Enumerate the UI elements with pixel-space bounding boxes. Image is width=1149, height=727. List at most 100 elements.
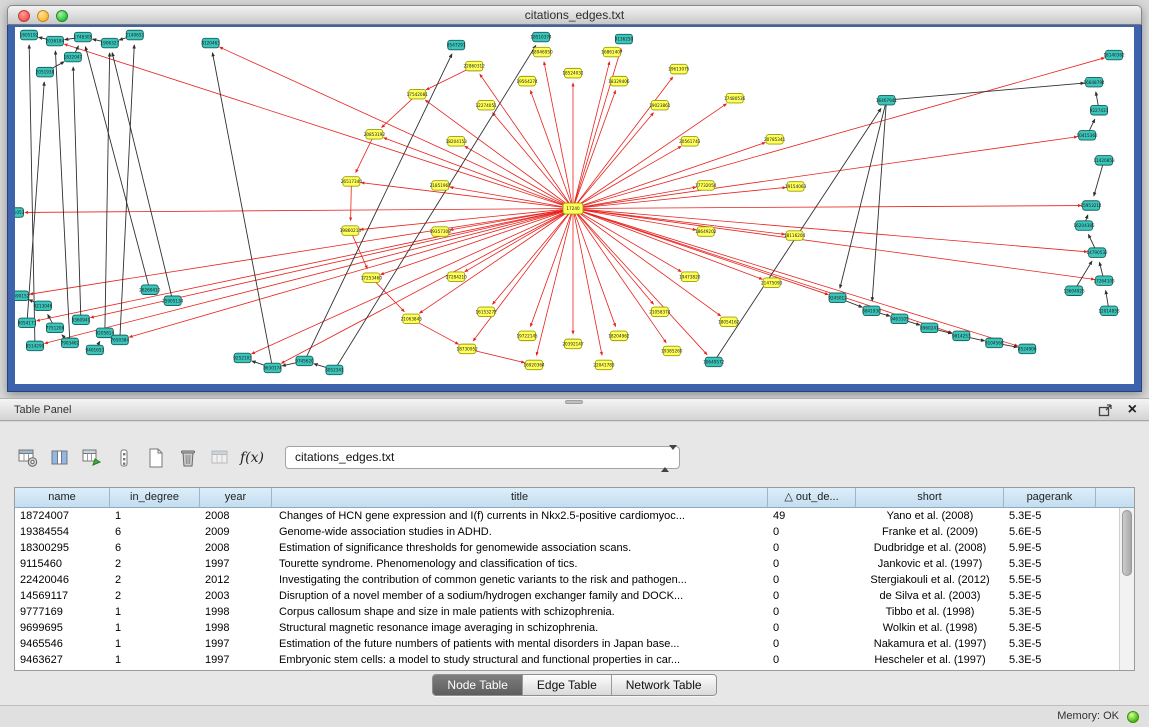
network-node[interactable]: 1832047	[64, 52, 83, 62]
network-node[interactable]: 17253460	[361, 273, 383, 283]
network-node[interactable]: 18730952	[457, 344, 479, 354]
network-node[interactable]: 20561743	[679, 137, 701, 147]
column-header-in_degree[interactable]: in_degree	[110, 488, 200, 508]
network-node[interactable]: 7751208	[46, 323, 65, 333]
network-node[interactable]: 17284210	[446, 272, 468, 282]
panel-splitter-handle[interactable]	[565, 400, 583, 404]
network-node[interactable]: 25905134	[162, 296, 184, 306]
network-node[interactable]: 9245012	[828, 293, 847, 303]
network-node[interactable]: 8120463	[201, 38, 220, 48]
tab-edge-table[interactable]: Edge Table	[522, 675, 611, 695]
network-node[interactable]: 16920364	[523, 360, 545, 370]
tab-network-table[interactable]: Network Table	[611, 675, 716, 695]
network-node[interactable]: 21475093	[761, 278, 783, 288]
network-canvas[interactable]: 1724018524031195642741227405118204153218…	[15, 27, 1134, 384]
network-node[interactable]: 11420853	[1093, 156, 1115, 166]
network-node[interactable]: 9814253	[952, 331, 971, 341]
network-node[interactable]: 10415362	[1076, 131, 1098, 141]
new-document-icon[interactable]	[142, 445, 170, 471]
network-node[interactable]: 2051938	[36, 67, 55, 77]
network-node[interactable]: 19860214	[340, 226, 362, 236]
network-node[interactable]: 16861407	[601, 47, 623, 57]
network-node[interactable]: 19722145	[516, 331, 538, 341]
network-node[interactable]: 17480536	[724, 93, 746, 103]
network-node[interactable]: 16467941	[876, 95, 898, 105]
network-node[interactable]: 19023861	[649, 100, 671, 110]
network-node[interactable]: 22041783	[593, 360, 615, 370]
network-node[interactable]: 18054162	[718, 317, 740, 327]
network-node[interactable]: 8524906	[1018, 344, 1037, 354]
table-row[interactable]: 1872400712008Changes of HCN gene express…	[15, 508, 1119, 524]
table-settings-icon[interactable]	[14, 445, 42, 471]
network-node[interactable]: 16153272	[476, 307, 498, 317]
float-panel-icon[interactable]	[1098, 403, 1113, 418]
network-node[interactable]: 18510374	[530, 32, 552, 42]
network-node[interactable]: 17240	[563, 203, 583, 214]
column-header-year[interactable]: year	[200, 488, 272, 508]
column-header-short[interactable]: short	[856, 488, 1004, 508]
network-node[interactable]: 9104568	[985, 338, 1004, 348]
close-panel-icon[interactable]: ×	[1128, 399, 1137, 421]
network-node[interactable]: 18329406	[608, 76, 630, 86]
edit-table-icon[interactable]	[78, 445, 106, 471]
table-scrollbar[interactable]	[1119, 508, 1134, 670]
network-node[interactable]: 13604925	[1063, 286, 1085, 296]
network-node[interactable]: 22860312	[464, 61, 486, 71]
tab-node-table[interactable]: Node Table	[433, 675, 522, 695]
network-node[interactable]: 18116204	[784, 231, 806, 241]
network-node[interactable]: 19385260	[661, 346, 683, 356]
network-node[interactable]: 26260410	[139, 285, 161, 295]
scrollbar-thumb[interactable]	[1122, 510, 1132, 576]
table-row[interactable]: 946554611997Estimation of the future num…	[15, 636, 1119, 652]
network-node[interactable]: 19357308	[430, 227, 452, 237]
network-node[interactable]: 9252103	[233, 353, 252, 363]
table-row[interactable]: 1456911722003Disruption of a novel membe…	[15, 588, 1119, 604]
network-node[interactable]: 19154063	[785, 182, 807, 192]
network-node[interactable]: 8213046	[34, 301, 53, 311]
network-node[interactable]: 8547291	[447, 40, 466, 50]
network-node[interactable]: 8630174	[263, 363, 282, 373]
network-node[interactable]: 9054173	[18, 318, 37, 328]
network-node[interactable]: 17732054	[695, 181, 717, 191]
table-row[interactable]: 911546021997Tourette syndrome. Phenomeno…	[15, 556, 1119, 572]
network-node[interactable]: 1605192	[20, 30, 39, 40]
network-node[interactable]: 10649572	[703, 357, 725, 367]
network-node[interactable]: 18204962	[608, 331, 630, 341]
import-table-icon[interactable]	[206, 445, 234, 471]
network-node[interactable]: 14790532	[1086, 248, 1108, 258]
network-node[interactable]: 8052341	[325, 365, 344, 375]
network-node[interactable]: 7903462	[61, 338, 80, 348]
network-node[interactable]: 26517340	[341, 177, 363, 187]
network-node[interactable]: 9745620	[295, 356, 314, 366]
network-node[interactable]: 8960241	[920, 323, 939, 333]
network-node[interactable]: 17264103	[1093, 276, 1115, 286]
network-node[interactable]: 1906327	[101, 38, 120, 48]
network-node[interactable]: 19473820	[679, 272, 701, 282]
network-node[interactable]: 19564274	[516, 76, 538, 86]
delete-trash-icon[interactable]	[174, 445, 202, 471]
column-header-title[interactable]: title	[272, 488, 768, 508]
show-columns-icon[interactable]	[46, 445, 74, 471]
network-node[interactable]: 19613075	[668, 64, 690, 74]
table-selector-dropdown[interactable]: citations_edges.txt	[285, 446, 680, 469]
network-node[interactable]: 7690152	[15, 291, 30, 301]
network-node[interactable]: 16204385	[1073, 221, 1095, 231]
network-node[interactable]: 1748305	[74, 32, 93, 42]
table-row[interactable]: 2242004622012Investigating the contribut…	[15, 572, 1119, 588]
network-node[interactable]: 21851962	[430, 181, 452, 191]
network-node[interactable]: 2036184	[46, 36, 65, 46]
network-node[interactable]: 9401653	[86, 345, 105, 355]
network-node[interactable]: 18649202	[695, 227, 717, 237]
network-node[interactable]: 8360941	[72, 315, 91, 325]
network-node[interactable]: 8841930	[862, 306, 881, 316]
primary-key-icon[interactable]	[110, 445, 138, 471]
network-node[interactable]: 7421053	[15, 208, 25, 218]
network-node[interactable]: 18140362	[1103, 50, 1125, 60]
network-node[interactable]: 12014853	[1098, 306, 1120, 316]
table-row[interactable]: 1830029562008Estimation of significance …	[15, 540, 1119, 556]
table-row[interactable]: 969969511998Structural magnetic resonanc…	[15, 620, 1119, 636]
network-node[interactable]: 12274051	[476, 100, 498, 110]
network-node[interactable]: 8514290	[26, 341, 45, 351]
network-node[interactable]: 16648794	[1083, 77, 1105, 87]
window-titlebar[interactable]: citations_edges.txt	[7, 5, 1142, 25]
